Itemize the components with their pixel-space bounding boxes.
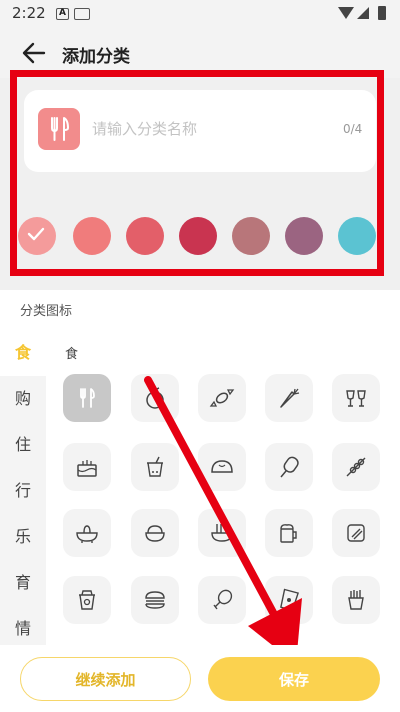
color-swatch[interactable] <box>73 217 111 255</box>
fork-knife-icon <box>80 388 95 408</box>
icon-group-title: 食 <box>65 347 79 362</box>
page-title: 添加分类 <box>62 47 130 67</box>
snack-bag-icon <box>280 588 299 612</box>
color-swatch[interactable] <box>232 217 270 255</box>
arrow-left-icon[interactable] <box>22 42 46 64</box>
apple-icon <box>146 387 164 409</box>
icon-tile[interactable] <box>198 443 246 491</box>
icon-tile[interactable] <box>63 443 111 491</box>
drumstick-icon <box>213 589 233 610</box>
status-bar: 2:22 A <box>0 0 400 28</box>
skewer-icon <box>346 457 366 477</box>
keyboard-icon <box>74 8 90 20</box>
save-button[interactable]: 保存 <box>208 657 380 701</box>
icon-tile[interactable] <box>63 509 111 557</box>
char-counter: 0/4 <box>343 122 363 136</box>
sidebar-tab[interactable]: 食 <box>0 330 46 376</box>
coffee-cup-icon <box>79 590 95 610</box>
color-swatch[interactable] <box>126 217 164 255</box>
fork-knife-icon <box>51 117 69 141</box>
hotpot-icon <box>76 525 98 543</box>
notification-a-icon: A <box>56 8 69 20</box>
sidebar-tab[interactable]: 购 <box>0 376 46 422</box>
section-label-icons: 分类图标 <box>20 304 73 319</box>
icon-tile[interactable] <box>198 509 246 557</box>
candy-icon <box>209 389 235 407</box>
continue-add-button[interactable]: 继续添加 <box>20 657 191 701</box>
app-header: 添加分类 <box>0 28 400 78</box>
sidebar-tab[interactable]: 育 <box>0 560 46 606</box>
bun-icon <box>211 460 233 473</box>
icon-tile[interactable] <box>332 374 380 422</box>
sidebar-tab[interactable]: 行 <box>0 468 46 514</box>
fries-icon <box>348 590 364 610</box>
color-swatch[interactable] <box>338 217 376 255</box>
icon-tile[interactable] <box>131 576 179 624</box>
rice-bowl-icon <box>145 525 165 542</box>
icon-tile[interactable] <box>63 576 111 624</box>
check-icon <box>27 227 45 241</box>
icon-tile[interactable] <box>198 576 246 624</box>
popsicle-icon <box>280 456 299 478</box>
icon-tile[interactable] <box>265 443 313 491</box>
icon-tile[interactable] <box>332 509 380 557</box>
category-name-input[interactable] <box>92 116 332 142</box>
icon-tile[interactable] <box>131 443 179 491</box>
icon-tile[interactable] <box>131 509 179 557</box>
sidebar-tab[interactable]: 乐 <box>0 514 46 560</box>
color-swatch[interactable] <box>285 217 323 255</box>
sidebar-tab[interactable]: 住 <box>0 422 46 468</box>
status-time: 2:22 <box>12 4 46 22</box>
icon-category-sidebar: 食 购 住 行 乐 育 情 <box>0 330 46 650</box>
cake-icon <box>77 460 97 477</box>
wifi-icon <box>338 7 354 19</box>
noodle-bowl-icon <box>211 524 233 542</box>
beer-icon <box>280 524 297 543</box>
icon-tile[interactable] <box>265 374 313 422</box>
icon-tile[interactable] <box>265 576 313 624</box>
icon-tile[interactable] <box>265 509 313 557</box>
carrot-icon <box>280 388 300 408</box>
chopsticks-icon <box>347 524 365 542</box>
cheers-icon <box>346 390 366 407</box>
burger-icon <box>145 591 165 609</box>
selected-category-icon <box>38 108 80 150</box>
bubble-tea-icon <box>147 456 163 477</box>
icon-tile[interactable] <box>198 374 246 422</box>
icon-tile[interactable] <box>131 374 179 422</box>
battery-icon <box>378 6 386 20</box>
signal-icon <box>357 7 369 19</box>
icon-tile[interactable] <box>332 443 380 491</box>
color-swatch[interactable] <box>179 217 217 255</box>
icon-tile[interactable] <box>63 374 111 422</box>
icon-tile[interactable] <box>332 576 380 624</box>
